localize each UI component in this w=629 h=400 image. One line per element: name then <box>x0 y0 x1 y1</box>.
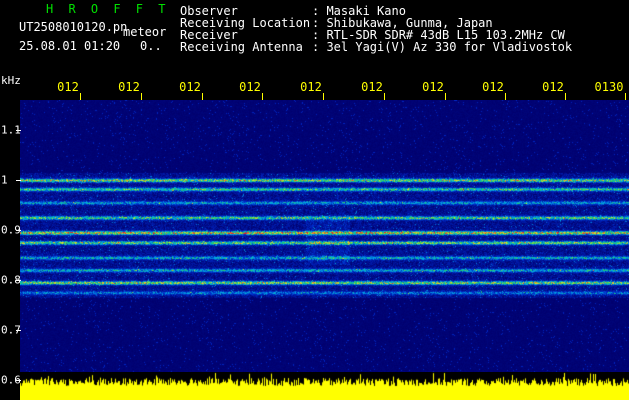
time-tick-label: 0130 <box>594 80 624 94</box>
time-tick-label: 012 <box>422 80 444 94</box>
meta-value: : 3el Yagi(V) Az 330 for Vladivostok <box>312 40 573 54</box>
time-tick-label: 012 <box>118 80 140 94</box>
spectrogram-canvas <box>20 100 629 376</box>
metadata-block: Observer : Masaki Kano Receiving Locatio… <box>180 5 572 53</box>
time-tick-label: 012 <box>482 80 504 94</box>
freq-tick-mark <box>16 130 21 131</box>
frequency-axis: 1.1 1 0.9 0.8 0.7 0.6 <box>0 0 21 400</box>
freq-tick-mark <box>16 380 21 381</box>
meta-key: Receiving Antenna <box>180 40 303 54</box>
time-axis: 012 012 012 012 012 012 012 012 012 0130 <box>0 80 629 94</box>
power-trace-canvas <box>20 372 629 400</box>
time-tick-label: 012 <box>361 80 383 94</box>
time-tick-label: 012 <box>179 80 201 94</box>
freq-tick-mark <box>16 330 21 331</box>
freq-tick-mark <box>16 280 21 281</box>
freq-tick-label: 1 <box>1 173 8 187</box>
meta-row-antenna: Receiving Antenna : 3el Yagi(V) Az 330 f… <box>180 41 572 53</box>
freq-tick-mark <box>16 230 21 231</box>
time-tick-label: 012 <box>239 80 261 94</box>
time-tick-label: 012 <box>57 80 79 94</box>
freq-tick-mark <box>16 180 21 181</box>
meteor-label: meteor <box>123 25 167 39</box>
meteor-count: 0.. <box>140 39 162 53</box>
brand-title: H R O F F T <box>46 2 170 16</box>
spectrogram-screen: H R O F F T UT2508010120.pn meteor 25.08… <box>0 0 629 400</box>
time-tick-label: 012 <box>542 80 564 94</box>
file-name: UT2508010120.pn <box>19 20 128 34</box>
date-time: 25.08.01 01:20 <box>19 39 121 53</box>
time-tick-label: 012 <box>300 80 322 94</box>
